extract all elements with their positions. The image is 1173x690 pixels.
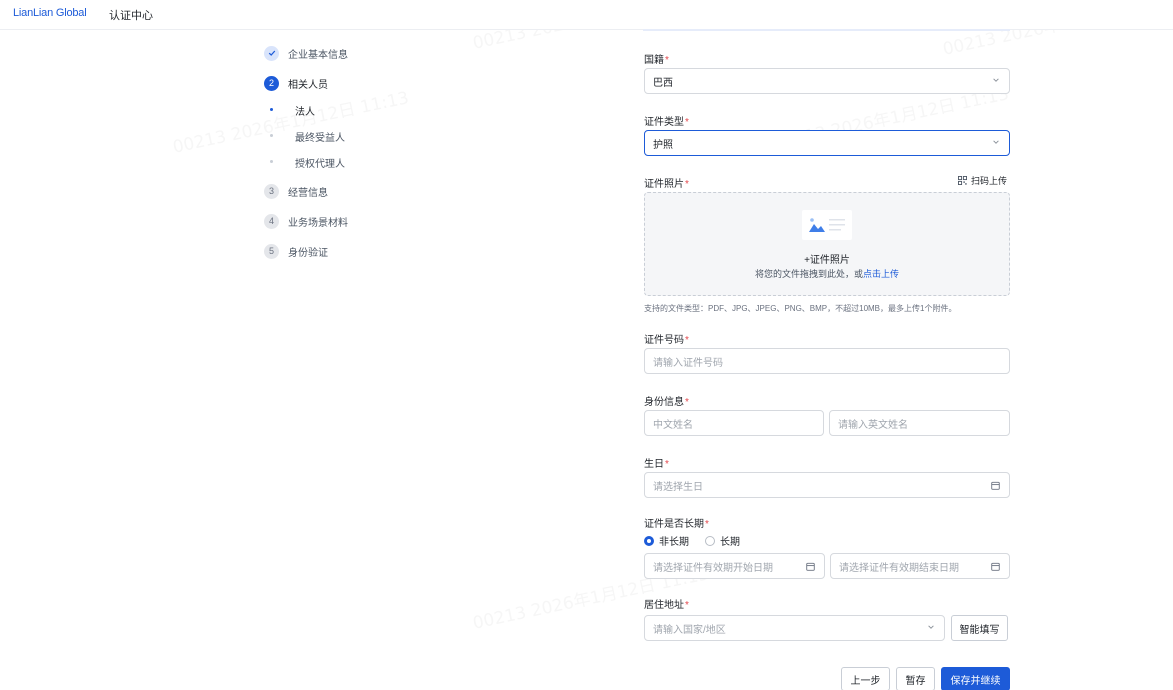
- id-photo-dropzone[interactable]: +证件照片 将您的文件拖拽到此处，或点击上传: [644, 192, 1010, 296]
- substep-legal-person[interactable]: 法人: [264, 103, 315, 118]
- step-label: 身份验证: [288, 247, 328, 259]
- step-identity-verification[interactable]: 5 身份验证: [264, 243, 328, 259]
- validity-radio-group: 非长期 长期: [644, 533, 740, 548]
- start-date-placeholder: 请选择证件有效期开始日期: [653, 562, 773, 574]
- country-region-select[interactable]: 请输入国家/地区: [644, 615, 945, 641]
- step-related-persons[interactable]: 2 相关人员: [264, 75, 328, 91]
- scan-upload-label: 扫码上传: [971, 176, 1008, 186]
- nationality-value: 巴西: [653, 77, 673, 89]
- step-label: 业务场景材料: [288, 217, 348, 229]
- file-format-note: 支持的文件类型：PDF、JPG、JPEG、PNG、BMP，不超过10MB，最多上…: [644, 304, 957, 313]
- id-type-value: 护照: [653, 139, 673, 151]
- step-label: 相关人员: [288, 79, 328, 91]
- calendar-icon: [991, 481, 1000, 490]
- id-photo-label: 证件照片*: [644, 179, 689, 190]
- active-dot-icon: [270, 108, 273, 111]
- identity-label: 身份信息*: [644, 397, 689, 408]
- step-number: 2: [264, 75, 279, 91]
- step-business-info[interactable]: 3 经营信息: [264, 183, 328, 199]
- birthday-picker[interactable]: 请选择生日: [644, 472, 1010, 498]
- upload-hint: 将您的文件拖拽到此处，或点击上传: [754, 269, 900, 279]
- id-number-label: 证件号码*: [644, 335, 689, 346]
- check-icon: [264, 45, 279, 61]
- substep-label: 法人: [295, 106, 315, 118]
- radio-non-long-term[interactable]: [644, 535, 654, 546]
- step-label: 经营信息: [288, 187, 328, 199]
- address-label: 居住地址*: [644, 600, 689, 611]
- chinese-name-placeholder: 中文姓名: [653, 419, 693, 431]
- substep-beneficial-owner[interactable]: 最终受益人: [264, 129, 345, 144]
- chevron-down-icon: [928, 625, 934, 629]
- document-image-icon: [802, 210, 852, 240]
- step-number: 4: [264, 213, 279, 229]
- validity-label: 证件是否长期*: [644, 519, 709, 530]
- validity-start-date-picker[interactable]: 请选择证件有效期开始日期: [644, 553, 825, 579]
- click-upload-link[interactable]: 点击上传: [863, 269, 899, 279]
- header-underline: [643, 29, 1010, 31]
- step-number: 3: [264, 183, 279, 199]
- chinese-name-input[interactable]: 中文姓名: [644, 410, 824, 436]
- end-date-placeholder: 请选择证件有效期结束日期: [839, 562, 959, 574]
- substep-authorized-agent[interactable]: 授权代理人: [264, 155, 345, 170]
- chevron-down-icon: [993, 78, 999, 82]
- calendar-icon: [806, 562, 815, 571]
- dot-icon: [270, 160, 273, 163]
- address-placeholder: 请输入国家/地区: [653, 624, 726, 636]
- save-draft-button[interactable]: 暂存: [896, 667, 935, 690]
- step-label: 企业基本信息: [288, 49, 348, 61]
- id-number-input[interactable]: 请输入证件号码: [644, 348, 1010, 374]
- substep-label: 授权代理人: [295, 158, 345, 170]
- previous-step-button[interactable]: 上一步: [841, 667, 890, 690]
- validity-end-date-picker[interactable]: 请选择证件有效期结束日期: [830, 553, 1010, 579]
- brand-logo[interactable]: LianLian Global: [13, 7, 87, 19]
- nationality-label: 国籍*: [644, 55, 669, 66]
- chevron-down-icon: [993, 140, 999, 144]
- qr-code-icon: [958, 176, 967, 185]
- english-name-input[interactable]: 请输入英文姓名: [829, 410, 1010, 436]
- radio-label: 非长期: [659, 537, 689, 548]
- smart-fill-button[interactable]: 智能填写: [951, 615, 1008, 641]
- id-type-label: 证件类型*: [644, 117, 689, 128]
- calendar-icon: [991, 562, 1000, 571]
- substep-label: 最终受益人: [295, 132, 345, 144]
- radio-long-term[interactable]: [705, 535, 715, 546]
- save-continue-button[interactable]: 保存并继续: [941, 667, 1010, 690]
- step-number: 5: [264, 243, 279, 259]
- dot-icon: [270, 134, 273, 137]
- scan-upload-button[interactable]: 扫码上传: [958, 174, 1007, 187]
- radio-label: 长期: [720, 537, 740, 548]
- english-name-placeholder: 请输入英文姓名: [838, 419, 908, 431]
- id-number-placeholder: 请输入证件号码: [653, 357, 723, 369]
- id-type-select[interactable]: 护照: [644, 130, 1010, 156]
- step-company-info[interactable]: 企业基本信息: [264, 45, 348, 61]
- nationality-select[interactable]: 巴西: [644, 68, 1010, 94]
- upload-title: +证件照片: [804, 255, 850, 266]
- top-header: LianLian Global 认证中心: [0, 0, 1173, 30]
- birthday-label: 生日*: [644, 459, 669, 470]
- page-title: 认证中心: [109, 10, 153, 22]
- birthday-placeholder: 请选择生日: [653, 481, 703, 493]
- step-scenario-materials[interactable]: 4 业务场景材料: [264, 213, 348, 229]
- watermark-text: 00213 2026年1月12日 11:13: [171, 88, 411, 158]
